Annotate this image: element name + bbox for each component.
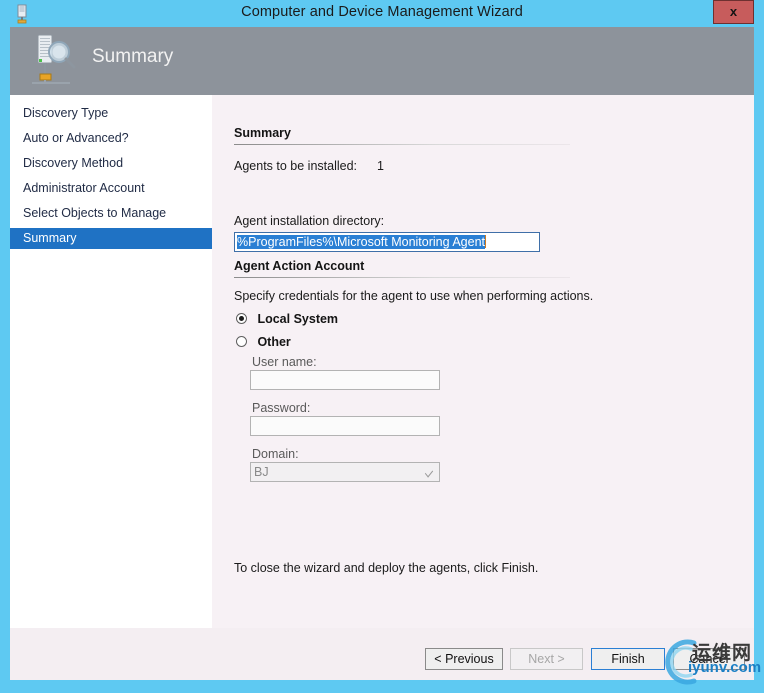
agent-install-directory-label: Agent installation directory: — [234, 214, 385, 228]
text-caret — [485, 235, 487, 248]
wizard-steps-sidebar: Discovery Type Auto or Advanced? Discove… — [10, 95, 212, 628]
chevron-down-icon — [420, 463, 439, 481]
sidebar-item-auto-or-advanced[interactable]: Auto or Advanced? — [10, 128, 212, 149]
sidebar-item-select-objects-to-manage[interactable]: Select Objects to Manage — [10, 203, 212, 224]
server-discovery-icon — [30, 33, 88, 89]
summary-section-heading: Summary — [234, 126, 291, 140]
agent-action-account-heading: Agent Action Account — [234, 259, 365, 273]
wizard-banner: Summary — [10, 27, 754, 95]
agent-install-directory-value: %ProgramFiles%\Microsoft Monitoring Agen… — [237, 235, 486, 249]
summary-section-divider — [234, 144, 570, 145]
radio-local-system[interactable]: Local System — [236, 310, 338, 328]
wizard-body: Discovery Type Auto or Advanced? Discove… — [10, 95, 754, 680]
sidebar-item-administrator-account[interactable]: Administrator Account — [10, 178, 212, 199]
wizard-window: Computer and Device Management Wizard x — [0, 0, 764, 693]
agent-install-directory-input[interactable]: %ProgramFiles%\Microsoft Monitoring Agen… — [234, 232, 540, 252]
radio-local-system-indicator — [236, 313, 247, 324]
next-button: Next > — [510, 648, 583, 670]
password-input[interactable] — [250, 416, 440, 436]
sidebar-item-summary[interactable]: Summary — [10, 228, 212, 249]
sidebar-item-discovery-type[interactable]: Discovery Type — [10, 103, 212, 124]
domain-select[interactable]: BJ — [250, 462, 440, 482]
radio-other-label: Other — [257, 335, 291, 349]
domain-select-value: BJ — [254, 465, 269, 479]
title-bar: Computer and Device Management Wizard x — [0, 0, 764, 27]
banner-title: Summary — [92, 46, 174, 67]
close-icon[interactable]: x — [713, 0, 754, 24]
password-label: Password: — [252, 401, 311, 415]
user-name-input[interactable] — [250, 370, 440, 390]
wizard-footer: < Previous Next > Finish Cancel — [10, 628, 754, 680]
agents-to-be-installed-value: 1 — [377, 159, 384, 173]
finish-button[interactable]: Finish — [591, 648, 665, 670]
radio-local-system-label: Local System — [257, 312, 339, 326]
agent-action-account-description: Specify credentials for the agent to use… — [234, 289, 594, 303]
sidebar-item-discovery-method[interactable]: Discovery Method — [10, 153, 212, 174]
finish-instruction: To close the wizard and deploy the agent… — [234, 561, 539, 575]
user-name-label: User name: — [252, 355, 317, 369]
previous-button[interactable]: < Previous — [425, 648, 503, 670]
radio-other[interactable]: Other — [236, 333, 291, 351]
radio-other-indicator — [236, 336, 247, 347]
wizard-content: Summary Agents to be installed: 1 Agent … — [212, 95, 754, 628]
cancel-button[interactable]: Cancel — [673, 648, 745, 670]
domain-label: Domain: — [252, 447, 299, 461]
window-title: Computer and Device Management Wizard — [241, 4, 523, 20]
agents-to-be-installed-label: Agents to be installed: — [234, 159, 357, 173]
agent-action-account-divider — [234, 277, 570, 278]
